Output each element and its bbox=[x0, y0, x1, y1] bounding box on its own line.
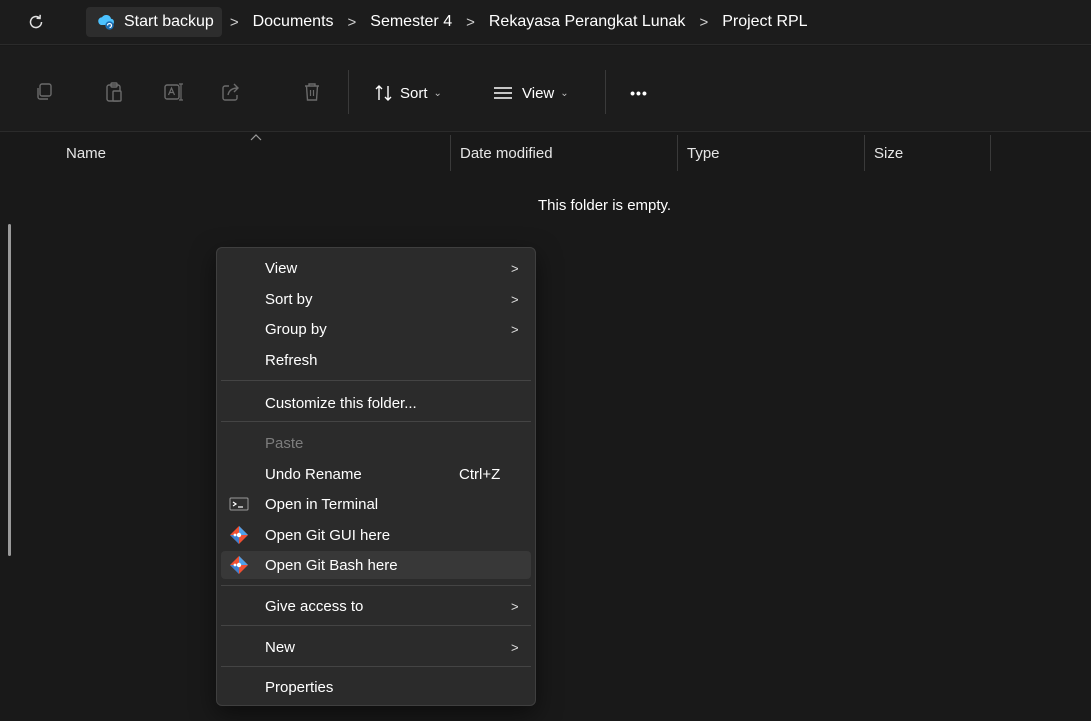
cloud-backup-icon bbox=[98, 14, 114, 30]
refresh-icon bbox=[29, 14, 43, 29]
toolbar-divider bbox=[605, 70, 606, 114]
chevron-right-icon: > bbox=[511, 260, 519, 276]
menu-item-label: Properties bbox=[265, 678, 334, 696]
breadcrumb-project-rpl[interactable]: Project RPL bbox=[716, 13, 813, 31]
menu-separator bbox=[221, 625, 531, 626]
rename-button[interactable] bbox=[163, 81, 185, 103]
menu-item-paste[interactable]: Paste bbox=[221, 429, 531, 457]
menu-separator bbox=[221, 585, 531, 586]
breadcrumb-label: Start backup bbox=[124, 13, 214, 30]
menu-item-label: Open Git GUI here bbox=[265, 526, 391, 544]
column-headers: Name Date modified Type Size bbox=[22, 133, 1091, 173]
sort-icon bbox=[375, 85, 392, 101]
sort-button[interactable]: Sort ⌄ bbox=[374, 80, 442, 106]
column-header-label: Name bbox=[66, 144, 107, 162]
menu-item-label: Open Git Bash here bbox=[265, 556, 398, 574]
breadcrumb-semester-4[interactable]: Semester 4 bbox=[364, 13, 458, 31]
terminal-icon bbox=[229, 497, 249, 511]
column-divider[interactable] bbox=[450, 135, 451, 171]
context-menu: View > Sort by > Group by > Refresh Cust… bbox=[216, 247, 536, 706]
share-button[interactable] bbox=[220, 81, 242, 103]
breadcrumb-start-backup[interactable]: Start backup bbox=[86, 7, 222, 37]
more-options-button[interactable]: ••• bbox=[626, 80, 652, 106]
menu-item-customize-folder[interactable]: Customize this folder... bbox=[221, 389, 531, 417]
chevron-right-icon: > bbox=[511, 598, 519, 614]
share-icon bbox=[222, 83, 239, 101]
menu-item-undo-rename[interactable]: Undo Rename Ctrl+Z bbox=[221, 460, 531, 488]
menu-item-label: View bbox=[265, 259, 298, 277]
chevron-down-icon: ⌄ bbox=[433, 87, 442, 99]
column-header-label: Size bbox=[874, 144, 904, 162]
chevron-right-icon: > bbox=[511, 639, 519, 655]
git-icon bbox=[230, 556, 248, 574]
column-divider[interactable] bbox=[864, 135, 865, 171]
rename-icon bbox=[164, 83, 183, 101]
menu-item-label: Give access to bbox=[265, 597, 364, 615]
menu-item-label: Customize this folder... bbox=[265, 394, 417, 412]
breadcrumb: Start backup > Documents > Semester 4 > … bbox=[86, 7, 1086, 37]
chevron-down-icon: ⌄ bbox=[560, 87, 569, 99]
copy-button[interactable] bbox=[33, 81, 55, 103]
copy-icon bbox=[37, 83, 52, 100]
view-button[interactable]: View ⌄ bbox=[492, 80, 569, 106]
chevron-right-icon[interactable]: > bbox=[340, 14, 365, 31]
menu-separator bbox=[221, 666, 531, 667]
menu-item-sort-by[interactable]: Sort by > bbox=[221, 285, 531, 313]
column-header-date-modified[interactable]: Date modified bbox=[460, 133, 676, 173]
chevron-right-icon[interactable]: > bbox=[222, 14, 247, 31]
delete-button[interactable] bbox=[301, 81, 323, 103]
scrollbar[interactable] bbox=[8, 224, 11, 556]
paste-button[interactable] bbox=[103, 81, 125, 103]
refresh-button[interactable] bbox=[22, 8, 50, 36]
menu-item-refresh[interactable]: Refresh bbox=[221, 346, 531, 374]
menu-item-open-git-gui[interactable]: Open Git GUI here bbox=[221, 521, 531, 549]
view-label: View bbox=[522, 84, 555, 102]
menu-item-label: Refresh bbox=[265, 351, 318, 369]
list-view-icon bbox=[494, 87, 512, 99]
column-header-label: Date modified bbox=[460, 144, 553, 162]
column-header-label: Type bbox=[687, 144, 720, 162]
delete-icon bbox=[305, 83, 319, 101]
column-header-type[interactable]: Type bbox=[687, 133, 863, 173]
sort-label: Sort bbox=[400, 84, 428, 102]
menu-item-new[interactable]: New > bbox=[221, 633, 531, 661]
menu-item-give-access-to[interactable]: Give access to > bbox=[221, 592, 531, 620]
menu-item-open-git-bash[interactable]: Open Git Bash here bbox=[221, 551, 531, 579]
column-header-name[interactable]: Name bbox=[66, 133, 450, 173]
column-divider[interactable] bbox=[990, 135, 991, 171]
menu-item-label: Undo Rename bbox=[265, 465, 362, 483]
breadcrumb-rekayasa-perangkat-lunak[interactable]: Rekayasa Perangkat Lunak bbox=[483, 13, 692, 31]
menu-separator bbox=[221, 421, 531, 422]
menu-item-properties[interactable]: Properties bbox=[221, 673, 531, 701]
chevron-right-icon: > bbox=[511, 321, 519, 337]
menu-separator bbox=[221, 380, 531, 381]
breadcrumb-documents[interactable]: Documents bbox=[247, 13, 340, 31]
menu-item-open-in-terminal[interactable]: Open in Terminal bbox=[221, 490, 531, 518]
chevron-right-icon[interactable]: > bbox=[458, 14, 483, 31]
address-bar: Start backup > Documents > Semester 4 > … bbox=[0, 0, 1091, 45]
menu-item-view[interactable]: View > bbox=[221, 254, 531, 282]
empty-folder-message: This folder is empty. bbox=[538, 197, 672, 214]
file-explorer-window: Start backup > Documents > Semester 4 > … bbox=[0, 0, 1091, 721]
more-icon: ••• bbox=[630, 85, 648, 101]
column-header-size[interactable]: Size bbox=[874, 133, 988, 173]
menu-item-label: New bbox=[265, 638, 296, 656]
menu-item-label: Sort by bbox=[265, 290, 313, 308]
menu-item-label: Open in Terminal bbox=[265, 495, 379, 513]
toolbar-divider bbox=[348, 70, 349, 114]
paste-icon bbox=[106, 82, 122, 102]
chevron-right-icon: > bbox=[511, 291, 519, 307]
chevron-right-icon[interactable]: > bbox=[691, 14, 716, 31]
command-bar: Sort ⌄ View ⌄ ••• bbox=[0, 46, 1091, 132]
shortcut-label: Ctrl+Z bbox=[459, 465, 501, 483]
menu-item-group-by[interactable]: Group by > bbox=[221, 315, 531, 343]
menu-item-label: Paste bbox=[265, 434, 304, 452]
menu-item-label: Group by bbox=[265, 320, 327, 338]
column-divider[interactable] bbox=[677, 135, 678, 171]
git-icon bbox=[230, 526, 248, 544]
